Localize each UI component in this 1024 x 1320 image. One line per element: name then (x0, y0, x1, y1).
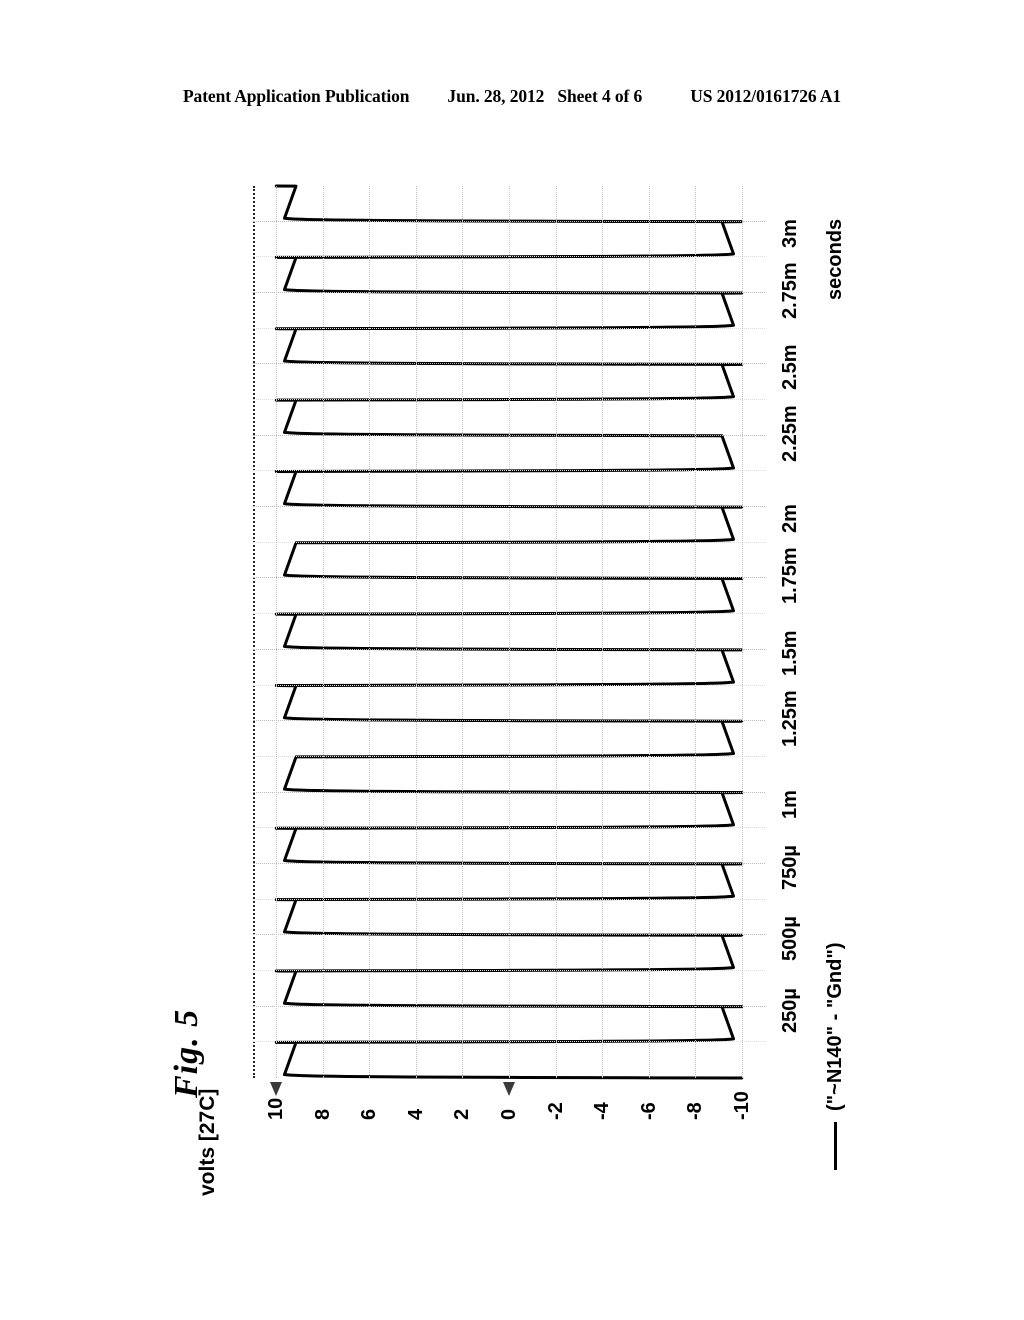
y-axis-tick-label: -6 (637, 1102, 660, 1120)
x-axis-tick-label: 1m (779, 789, 801, 819)
y-axis-tick-label: 8 (311, 1108, 334, 1120)
y-axis-tick-label: -2 (544, 1102, 567, 1120)
y-axis-tick-label: 6 (358, 1108, 381, 1120)
volt-gridline (509, 186, 510, 1078)
chart-grid-area (253, 184, 765, 1080)
cursor-marker (270, 1082, 283, 1096)
document-number: US 2012/0161726 A1 (690, 86, 842, 106)
y-axis-tick-label: 2 (451, 1108, 474, 1120)
legend-series-label: ("~N140" - "Gnd") (824, 942, 846, 1111)
volt-gridline (741, 186, 743, 1078)
x-axis-tick-label: 1.25m (779, 690, 801, 748)
volt-gridline (462, 186, 464, 1078)
figure-label: Fig. 5 (168, 1008, 205, 1098)
x-axis-tick-label: 1.5m (779, 630, 801, 676)
volt-gridline (276, 186, 278, 1078)
chart-plot (253, 178, 765, 1080)
volt-gridline (602, 186, 604, 1078)
chart-legend: ("~N140" - "Gnd") (824, 942, 847, 1170)
patent-header: Patent Application Publication Jun. 28, … (0, 86, 1024, 107)
y-axis-tick-label: -4 (591, 1102, 614, 1120)
volt-gridline (648, 186, 650, 1078)
cursor-marker (503, 1082, 515, 1096)
volt-gridline (322, 186, 324, 1078)
x-axis-tick-label: 1.75m (779, 547, 801, 605)
x-axis-tick-label: 2.5m (779, 344, 801, 391)
x-axis-tick-label: 750µ (779, 845, 801, 890)
y-axis-tick-label: 10 (265, 1097, 288, 1120)
y-axis-tick-label: 4 (404, 1108, 427, 1120)
publication-title: Patent Application Publication (182, 86, 410, 106)
volt-gridline (415, 186, 417, 1078)
legend-line-swatch (834, 1122, 837, 1170)
volt-gridline (695, 186, 697, 1078)
x-axis-tick-label: 500µ (779, 916, 801, 962)
x-axis-tick-label: 2m (779, 504, 801, 534)
x-axis-tick-label: 2.25m (779, 405, 801, 462)
y-axis-tick-label: 0 (498, 1108, 520, 1120)
x-axis-tick-label: 3m (779, 218, 801, 248)
y-axis-tick-label: -10 (730, 1091, 753, 1120)
x-axis-tick-label: 250µ (779, 987, 801, 1033)
volt-gridline (369, 186, 371, 1078)
x-axis-tick-label: 2.75m (779, 262, 801, 320)
y-axis-tick-label: -8 (684, 1102, 707, 1120)
volt-gridline (555, 186, 557, 1078)
publication-date: Jun. 28, 2012 (447, 86, 545, 106)
y-axis-title: volts [27C] (196, 1088, 219, 1196)
x-axis-title: seconds (824, 218, 846, 300)
sheet-number: Sheet 4 of 6 (557, 86, 643, 106)
